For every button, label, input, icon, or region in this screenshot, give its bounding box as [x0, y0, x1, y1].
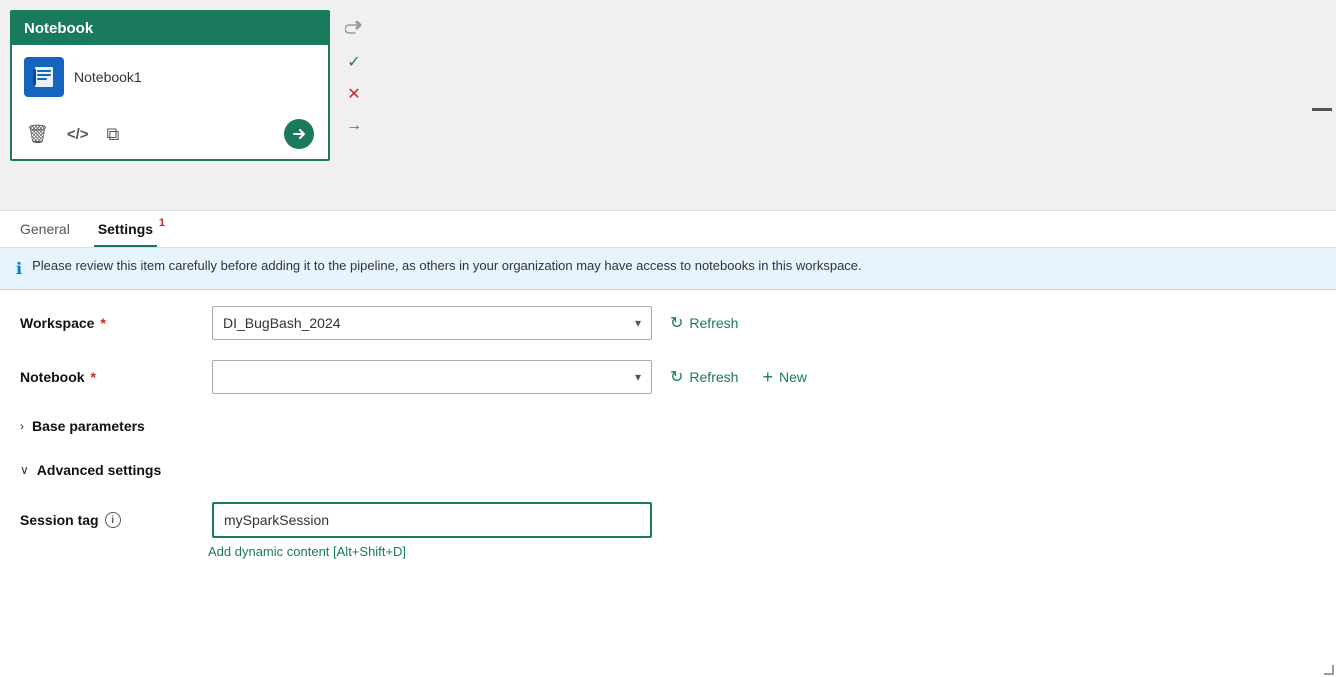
copy-icon[interactable]: ⧉ [107, 124, 120, 145]
code-icon[interactable]: </> [67, 126, 89, 143]
main-container: Notebook Notebook1 🗑 </> [0, 0, 1336, 677]
session-tag-row: Session tag i [20, 502, 1316, 538]
cancel-icon[interactable]: ✕ [340, 80, 368, 108]
notebook-new-button[interactable]: + New [756, 363, 813, 392]
notebook-card-header: Notebook [12, 12, 328, 45]
workspace-required: * [96, 315, 105, 331]
info-banner-icon: ℹ [16, 259, 22, 279]
notebook-plus-icon: + [762, 367, 773, 388]
dynamic-content-link[interactable]: Add dynamic content [Alt+Shift+D] [208, 544, 1316, 559]
notebook-card-title: Notebook [24, 20, 93, 37]
session-tag-label-group: Session tag i [20, 512, 200, 528]
side-toolbar: ✓ ✕ → [334, 10, 374, 146]
resize-handle[interactable] [1324, 665, 1334, 675]
base-parameters-label: Base parameters [32, 418, 145, 434]
base-parameters-chevron-icon: › [20, 419, 24, 433]
tab-settings[interactable]: Settings 1 [94, 211, 157, 247]
session-tag-section: Session tag i Add dynamic content [Alt+S… [20, 502, 1316, 559]
workspace-row: Workspace * DI_BugBash_2024 ▾ ↻ Refresh [20, 306, 1316, 340]
notebook-card-body: Notebook1 [12, 45, 328, 109]
advanced-settings-chevron-icon: ∨ [20, 463, 29, 477]
delete-icon[interactable]: 🗑 [26, 124, 49, 145]
notebook-card-footer: 🗑 </> ⧉ [12, 109, 328, 159]
settings-panel: General Settings 1 ℹ Please review this … [0, 210, 1336, 677]
workspace-label: Workspace * [20, 315, 200, 331]
notebook-name-label: Notebook1 [74, 69, 142, 85]
top-area: Notebook Notebook1 🗑 </> [0, 0, 1336, 210]
workspace-refresh-label: Refresh [689, 315, 738, 331]
notebook-field-label: Notebook * [20, 369, 200, 385]
session-tag-input[interactable] [212, 502, 652, 538]
tab-general[interactable]: General [16, 211, 74, 247]
minimize-bar[interactable] [1312, 108, 1332, 111]
settings-badge: 1 [159, 217, 165, 229]
tabs-row: General Settings 1 [0, 211, 1336, 248]
info-banner: ℹ Please review this item carefully befo… [0, 248, 1336, 290]
workspace-select-input[interactable]: DI_BugBash_2024 [223, 307, 641, 339]
notebook-select[interactable]: ▾ [212, 360, 652, 394]
session-tag-label: Session tag [20, 512, 99, 528]
navigate-right-button[interactable]: → [340, 112, 368, 140]
advanced-settings-expander[interactable]: ∨ Advanced settings [20, 458, 1316, 482]
info-banner-text: Please review this item carefully before… [32, 258, 862, 273]
notebook-new-label: New [779, 369, 807, 385]
workspace-refresh-icon: ↻ [670, 313, 683, 333]
notebook-select-input[interactable] [223, 361, 641, 393]
tab-settings-label: Settings [98, 221, 153, 237]
go-button[interactable] [284, 119, 314, 149]
tab-general-label: General [20, 221, 70, 237]
redo-button[interactable] [340, 16, 368, 44]
base-parameters-expander[interactable]: › Base parameters [20, 414, 1316, 438]
workspace-refresh-button[interactable]: ↻ Refresh [664, 309, 744, 337]
settings-content: Workspace * DI_BugBash_2024 ▾ ↻ Refresh … [0, 290, 1336, 575]
notebook-refresh-label: Refresh [689, 369, 738, 385]
notebook-refresh-button[interactable]: ↻ Refresh [664, 363, 744, 391]
notebook-required: * [87, 369, 96, 385]
session-tag-info-icon[interactable]: i [105, 512, 121, 528]
advanced-settings-label: Advanced settings [37, 462, 161, 478]
notebook-row: Notebook * ▾ ↻ Refresh + New [20, 360, 1316, 394]
workspace-select[interactable]: DI_BugBash_2024 ▾ [212, 306, 652, 340]
notebook-refresh-icon: ↻ [670, 367, 683, 387]
notebook-file-icon [24, 57, 64, 97]
notebook-card: Notebook Notebook1 🗑 </> [10, 10, 330, 161]
confirm-button[interactable]: ✓ [340, 48, 368, 76]
